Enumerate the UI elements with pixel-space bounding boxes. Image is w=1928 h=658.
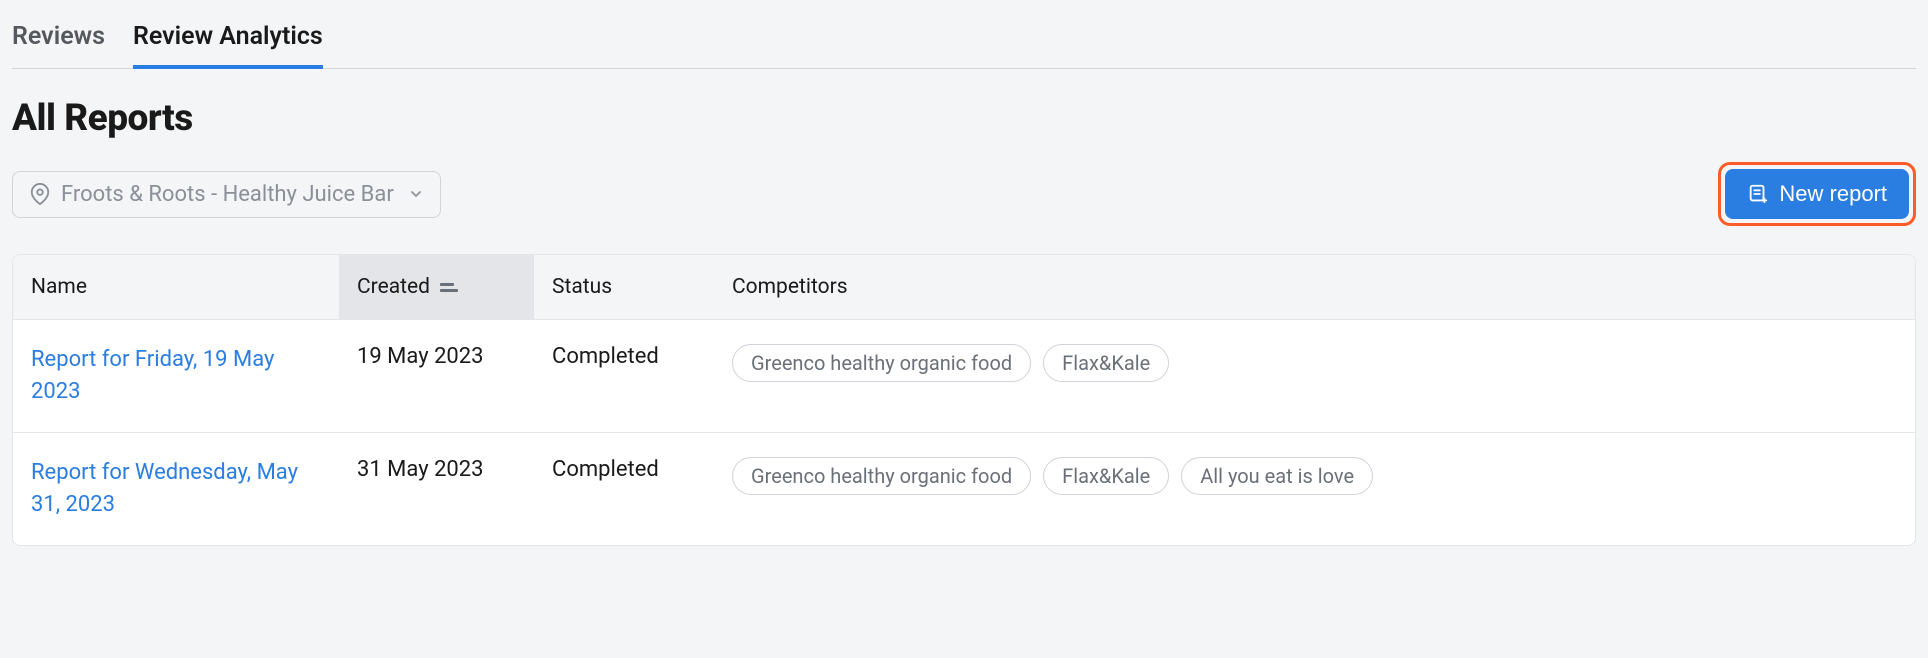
table-header-row: Name Created Status Competitors	[13, 255, 1915, 320]
cell-status: Completed	[534, 433, 714, 545]
cell-status: Completed	[534, 320, 714, 432]
tabs-bar: Reviews Review Analytics	[12, 12, 1916, 69]
new-report-button[interactable]: New report	[1725, 169, 1909, 219]
table-row: Report for Wednesday, May 31, 2023 31 May…	[13, 433, 1915, 545]
column-header-competitors[interactable]: Competitors	[714, 255, 1915, 319]
competitor-chip: Flax&Kale	[1043, 344, 1169, 382]
cell-created: 19 May 2023	[339, 320, 534, 432]
chevron-down-icon	[408, 186, 424, 202]
cell-name: Report for Friday, 19 May 2023	[13, 320, 339, 432]
competitor-chip: Greenco healthy organic food	[732, 457, 1031, 495]
new-report-highlight: New report	[1718, 162, 1916, 226]
column-header-created[interactable]: Created	[339, 255, 534, 319]
column-header-created-label: Created	[357, 275, 430, 299]
cell-name: Report for Wednesday, May 31, 2023	[13, 433, 339, 545]
document-plus-icon	[1747, 183, 1769, 205]
reports-table: Name Created Status Competitors Report f…	[12, 254, 1916, 546]
column-header-competitors-label: Competitors	[732, 275, 848, 299]
tab-review-analytics[interactable]: Review Analytics	[133, 12, 323, 69]
table-body: Report for Friday, 19 May 2023 19 May 202…	[13, 320, 1915, 545]
location-pin-icon	[29, 183, 51, 205]
table-row: Report for Friday, 19 May 2023 19 May 202…	[13, 320, 1915, 433]
location-filter-dropdown[interactable]: Froots & Roots - Healthy Juice Bar	[12, 171, 441, 218]
tab-reviews[interactable]: Reviews	[12, 12, 105, 69]
competitor-chip: All you eat is love	[1181, 457, 1373, 495]
competitor-chip: Greenco healthy organic food	[732, 344, 1031, 382]
cell-competitors: Greenco healthy organic food Flax&Kale All…	[714, 433, 1915, 545]
column-header-name[interactable]: Name	[13, 255, 339, 319]
competitor-chip: Flax&Kale	[1043, 457, 1169, 495]
controls-row: Froots & Roots - Healthy Juice Bar New r…	[12, 162, 1916, 226]
sort-icon	[440, 283, 458, 292]
location-filter-label: Froots & Roots - Healthy Juice Bar	[61, 182, 394, 207]
report-link[interactable]: Report for Friday, 19 May 2023	[31, 344, 321, 408]
column-header-status[interactable]: Status	[534, 255, 714, 319]
report-link[interactable]: Report for Wednesday, May 31, 2023	[31, 457, 321, 521]
column-header-status-label: Status	[552, 275, 612, 299]
page-title: All Reports	[12, 97, 1916, 140]
column-header-name-label: Name	[31, 275, 87, 299]
cell-competitors: Greenco healthy organic food Flax&Kale	[714, 320, 1915, 432]
cell-created: 31 May 2023	[339, 433, 534, 545]
new-report-label: New report	[1779, 181, 1887, 207]
